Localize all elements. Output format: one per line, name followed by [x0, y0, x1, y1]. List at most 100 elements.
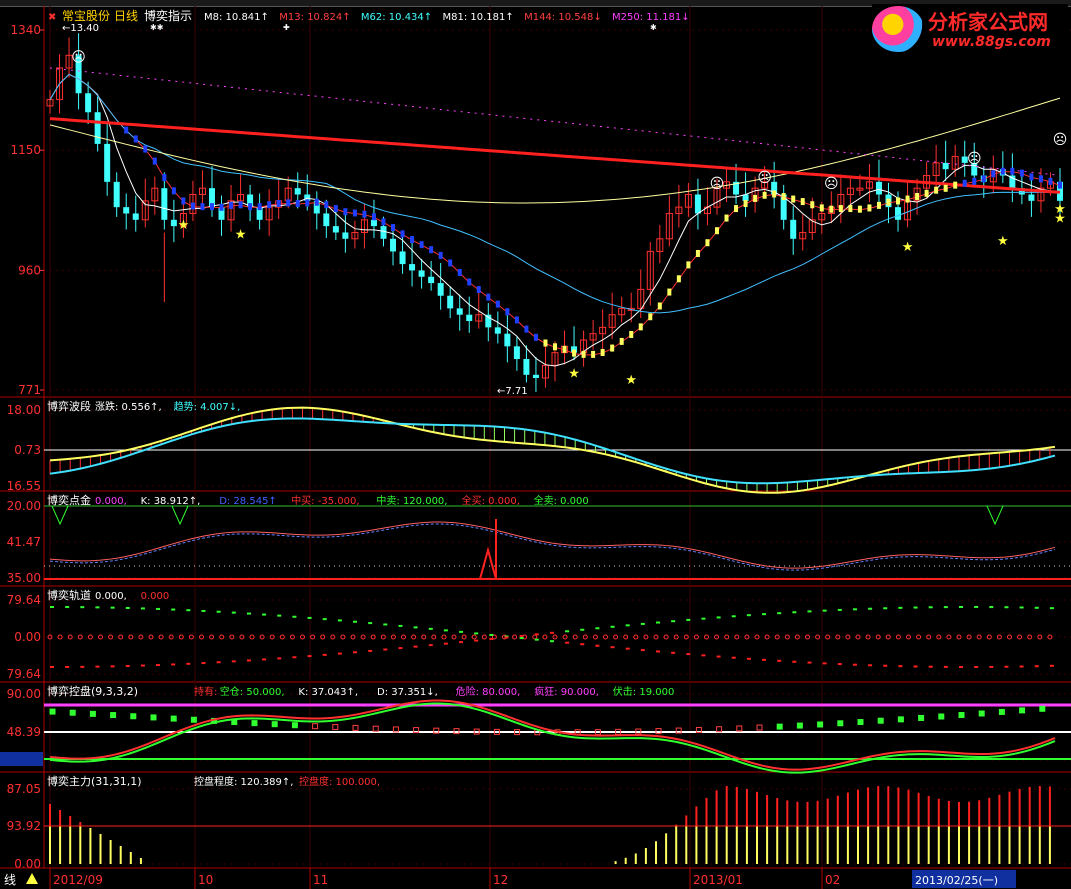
candle-body-down	[323, 213, 330, 227]
signal-dot	[600, 348, 605, 356]
x-axis-label: 02	[825, 873, 840, 887]
control-square	[352, 724, 359, 731]
control-square	[716, 726, 723, 733]
signal-dot	[1000, 167, 1005, 175]
sub-tick-label: 41.47	[7, 535, 41, 549]
ma13-line	[49, 73, 1061, 356]
candle-body-down	[170, 219, 177, 227]
panel-value: 0.000,	[95, 591, 127, 602]
signal-dot	[276, 199, 281, 207]
signal-dot	[248, 203, 253, 211]
signal-dot	[152, 157, 157, 165]
warning-face-icon: ☹	[710, 176, 725, 192]
candle-body-down	[390, 238, 397, 252]
signal-dot	[410, 236, 415, 244]
control-square	[170, 715, 177, 722]
signal-dot	[800, 198, 805, 206]
panel-value: 0.000,	[95, 496, 127, 507]
signal-dot	[638, 323, 643, 331]
track-dot	[1017, 634, 1023, 640]
signal-dot	[581, 350, 586, 358]
signal-dot	[286, 199, 291, 207]
signal-dot	[343, 208, 348, 216]
candle-body-down	[437, 283, 444, 296]
signal-dot	[772, 190, 777, 198]
signal-dot	[714, 227, 719, 235]
panel-value: D: 37.351↓,	[377, 687, 438, 698]
signal-dot	[381, 218, 386, 226]
signal-dot	[467, 278, 472, 286]
signal-dot	[848, 205, 853, 213]
control-square	[251, 720, 258, 727]
candle-body-down	[418, 270, 425, 277]
control-square	[89, 710, 96, 717]
warning-face-icon: ☹	[71, 50, 86, 66]
signal-dot	[229, 201, 234, 209]
signal-dot	[362, 210, 367, 218]
signal-dot	[829, 205, 834, 213]
panel-value: K: 38.912↑,	[141, 496, 201, 507]
track-dot	[279, 634, 285, 640]
candle-body-down	[342, 232, 349, 239]
candle-body-down	[532, 374, 539, 378]
buy-star-icon: ★	[1054, 202, 1066, 217]
signal-dot	[352, 209, 357, 217]
x-axis-label: 2013/01	[693, 873, 743, 887]
signal-dot	[857, 205, 862, 213]
signal-dot	[181, 197, 186, 205]
panel-value: 中买: -35.000,	[291, 494, 359, 507]
signal-dot	[171, 187, 176, 195]
panel-title: 博奕轨道	[47, 588, 91, 602]
stock-chart[interactable]: 13401150960771★★★ ★★ ★★★☹☹ ☹ ☹☹☹←13.40←7.71✖…	[0, 0, 1071, 889]
signal-dot	[981, 175, 986, 183]
signal-dot	[1029, 173, 1034, 181]
indicator-name: 博奕指示	[144, 8, 192, 23]
sub-tick-label: 18.00	[7, 403, 41, 417]
x-axis-label: 10	[198, 873, 213, 887]
candle-body-down	[123, 207, 130, 214]
panel-value: K: 37.043↑,	[298, 687, 358, 698]
sub-tick-label: 93.92	[7, 819, 41, 833]
signal-dot	[133, 135, 138, 143]
signal-dot	[324, 201, 329, 209]
candle-body-down	[104, 143, 111, 182]
sub-tick-label: 0.73	[14, 443, 41, 457]
signal-dot	[124, 126, 129, 134]
control-square	[312, 723, 319, 730]
candle-body-down	[380, 226, 387, 239]
site-logo: 分析家公式网 www.88gs.com	[872, 4, 1068, 54]
warning-face-icon: ☹	[967, 151, 982, 167]
signal-dot	[524, 325, 529, 333]
track-dot	[825, 634, 831, 640]
control-square	[372, 725, 379, 732]
control-square	[736, 725, 743, 732]
signal-dot	[934, 186, 939, 194]
x-axis-tag: 线	[4, 873, 16, 887]
x-axis-label: 11	[313, 873, 328, 887]
panel-title: 博奕主力(31,31,1)	[47, 774, 142, 788]
signal-dot	[419, 241, 424, 249]
x-axis-label: 12	[493, 873, 508, 887]
control-square	[817, 721, 824, 728]
warning-face-icon: ☹	[824, 176, 839, 192]
signal-dot	[591, 350, 596, 358]
signal-dot	[562, 345, 567, 353]
control-square	[877, 717, 884, 724]
sub-tick-label: 79.64	[7, 667, 41, 681]
signal-dot	[705, 239, 710, 247]
signal-dot	[838, 205, 843, 213]
control-square	[756, 724, 763, 731]
panel-value: 危险: 80.000,	[456, 685, 521, 698]
signal-dot	[476, 286, 481, 294]
track-dot	[663, 634, 669, 640]
signal-dot	[686, 261, 691, 269]
candle-body-down	[294, 188, 301, 195]
star-logo-icon	[872, 6, 924, 52]
stock-name: 常宝股份	[62, 9, 110, 23]
ma-legend-item: M13: 10.824↑	[279, 12, 350, 23]
signal-dot	[1058, 181, 1062, 189]
buy-star-icon: ★	[568, 367, 580, 382]
track-dot	[603, 634, 608, 640]
signal-dot	[648, 313, 653, 321]
signal-dot	[695, 249, 700, 257]
